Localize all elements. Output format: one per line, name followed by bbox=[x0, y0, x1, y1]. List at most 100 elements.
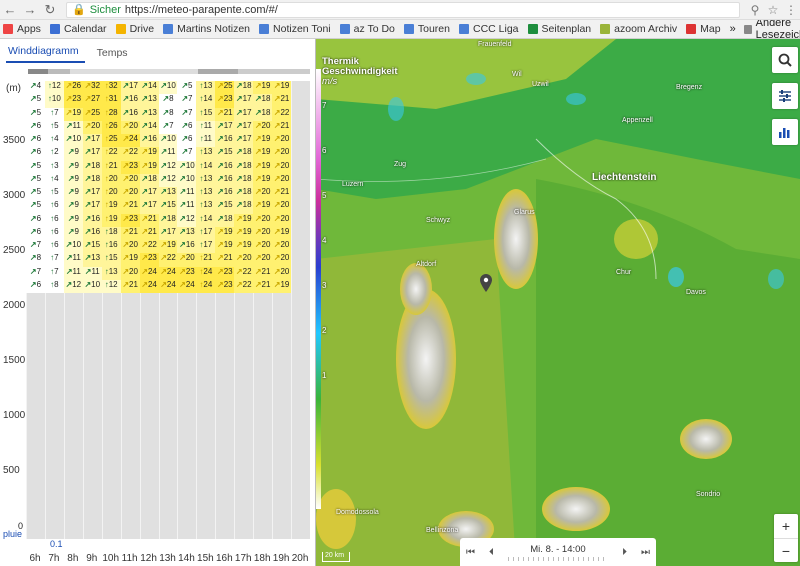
wind-arrow-icon: ↗ bbox=[179, 226, 186, 236]
wind-speed-value: 11 bbox=[203, 134, 212, 143]
wind-cell: ↗16 bbox=[82, 226, 102, 240]
wind-cell: ↗18 bbox=[82, 160, 102, 174]
wind-speed-value: 19 bbox=[147, 147, 157, 157]
reload-icon[interactable]: ↻ bbox=[40, 0, 60, 20]
wind-cell: ↗24 bbox=[139, 266, 159, 280]
wind-speed-value: 19 bbox=[223, 226, 233, 236]
wind-arrow-icon: ↗ bbox=[29, 226, 37, 236]
bookmark-6[interactable]: Touren bbox=[403, 23, 450, 35]
x-hour-label: 17h bbox=[234, 553, 252, 564]
wind-arrow-icon: ↗ bbox=[122, 253, 130, 263]
bookmark-icon bbox=[3, 24, 13, 34]
wind-speed-value: 9 bbox=[74, 173, 79, 183]
bookmark-4[interactable]: Notizen Toni bbox=[259, 23, 331, 35]
wind-cell: ↗18 bbox=[234, 160, 254, 174]
wind-arrow-icon: ↗ bbox=[216, 226, 224, 236]
wind-speed-value: 15 bbox=[91, 240, 101, 249]
time-slider[interactable]: Mi. 8. - 14:00 bbox=[508, 544, 608, 561]
wind-speed-value: 25 bbox=[91, 107, 101, 117]
wind-speed-value: 15 bbox=[203, 107, 213, 117]
wind-speed-value: 21 bbox=[203, 253, 213, 263]
y-axis: (m) 3500 3000 2500 2000 1500 1000 500 bbox=[0, 79, 26, 539]
wind-cell: ↗6 bbox=[26, 226, 45, 240]
forward-icon[interactable]: → bbox=[20, 0, 40, 20]
wind-speed-value: 13 bbox=[203, 187, 213, 196]
wind-cell: ↗10 bbox=[63, 134, 83, 148]
wind-speed-value: 18 bbox=[242, 200, 252, 210]
zoom-icon[interactable]: ⚲ bbox=[746, 1, 764, 19]
bookmark-icon bbox=[49, 24, 60, 34]
chevron-right-icon[interactable]: » bbox=[730, 23, 736, 35]
wind-speed-value: 10 bbox=[185, 160, 195, 170]
next-frame-icon[interactable]: ⏵ bbox=[622, 547, 627, 558]
prev-frame-icon[interactable]: ⏴ bbox=[489, 547, 494, 558]
wind-arrow-icon: ↗ bbox=[254, 81, 262, 90]
wind-cell: ↑4 bbox=[44, 173, 64, 187]
wind-speed-value: 31 bbox=[108, 94, 118, 104]
wind-arrow-icon: ↗ bbox=[29, 94, 37, 104]
color-scale-value: 6 bbox=[322, 146, 327, 155]
last-frame-icon[interactable]: ⏭ bbox=[641, 547, 650, 558]
wind-arrow-icon: ↗ bbox=[216, 253, 224, 263]
bookmark-9[interactable]: azoom Archiv bbox=[600, 23, 677, 35]
zoom-in-button[interactable]: + bbox=[774, 514, 798, 538]
wind-cell: ↗20 bbox=[272, 173, 292, 187]
wind-diagram-panel: Winddiagramm Temps (m) 3500 3000 2500 2000 15… bbox=[0, 39, 316, 566]
wind-speed-value: 19 bbox=[223, 240, 233, 249]
url-field[interactable]: 🔒 Sicher https://meteo-parapente.com/#/ bbox=[66, 1, 740, 18]
menu-icon[interactable]: ⋮ bbox=[782, 1, 800, 19]
settings-sliders-icon[interactable] bbox=[772, 83, 798, 109]
bookmark-label: az To Do bbox=[353, 23, 395, 35]
wind-speed-value: 6 bbox=[188, 134, 193, 143]
wind-speed-value: 20 bbox=[280, 160, 290, 170]
bookmark-0[interactable]: Apps bbox=[3, 23, 41, 35]
wind-cell: ↑11 bbox=[196, 120, 216, 134]
wind-cell: ↗12 bbox=[158, 160, 178, 174]
tab-temps[interactable]: Temps bbox=[95, 47, 134, 63]
wind-speed-value: 13 bbox=[147, 94, 157, 104]
wind-speed-value: 13 bbox=[91, 253, 101, 263]
wind-speed-value: 21 bbox=[261, 266, 271, 276]
wind-speed-value: 4 bbox=[36, 81, 42, 90]
bookmark-5[interactable]: az To Do bbox=[339, 23, 395, 35]
map-view[interactable]: Thermik Geschwindigkeit m/s 7 6 5 4 3 2 1 Liec… bbox=[316, 39, 800, 566]
wind-speed-value: 6 bbox=[36, 120, 42, 130]
wind-cell: ↗15 bbox=[215, 147, 235, 161]
wind-speed-value: 15 bbox=[166, 200, 176, 210]
wind-cell: ↗22 bbox=[272, 107, 292, 121]
bookmark-2[interactable]: Drive bbox=[115, 23, 154, 35]
wind-speed-value: 16 bbox=[129, 94, 138, 104]
search-icon[interactable] bbox=[772, 47, 798, 73]
wind-speed-value: 5 bbox=[36, 107, 42, 117]
other-bookmarks[interactable]: » Andere Lesezeichen bbox=[730, 20, 800, 38]
wind-arrow-icon: ↗ bbox=[141, 213, 148, 223]
bookmark-3[interactable]: Martins Notizen bbox=[163, 23, 250, 35]
chart-icon[interactable] bbox=[772, 119, 798, 145]
wind-cell: ↗22 bbox=[234, 266, 254, 280]
bookmark-1[interactable]: Calendar bbox=[49, 23, 107, 35]
wind-speed-value: 19 bbox=[166, 240, 176, 249]
first-frame-icon[interactable]: ⏮ bbox=[466, 547, 475, 558]
zoom-out-button[interactable]: − bbox=[774, 538, 798, 562]
tab-winddiagramm[interactable]: Winddiagramm bbox=[6, 45, 85, 63]
wind-speed-value: 14 bbox=[203, 94, 213, 104]
wind-speed-value: 26 bbox=[72, 81, 82, 90]
star-icon[interactable]: ☆ bbox=[764, 1, 782, 19]
wind-cell: ↗9 bbox=[63, 173, 83, 187]
wind-cell: ↗11 bbox=[63, 266, 83, 280]
wind-cell: ↗21 bbox=[215, 253, 235, 267]
wind-cell: ↑8 bbox=[44, 279, 64, 293]
wind-speed-value: 11 bbox=[167, 147, 176, 157]
wind-speed-value: 18 bbox=[261, 94, 271, 104]
bookmark-8[interactable]: Seitenplan bbox=[527, 23, 591, 35]
back-icon[interactable]: ← bbox=[0, 0, 20, 20]
wind-cell: ↗12 bbox=[158, 173, 178, 187]
wind-speed-value: 20 bbox=[91, 120, 101, 130]
bookmark-7[interactable]: CCC Liga bbox=[458, 23, 519, 35]
wind-cell: ↗22 bbox=[158, 253, 178, 267]
wind-cell: ↗5 bbox=[26, 187, 45, 201]
location-marker-icon[interactable] bbox=[480, 274, 492, 292]
wind-arrow-icon: ↗ bbox=[29, 147, 37, 157]
wind-cell: ↗24 bbox=[120, 134, 140, 148]
bookmark-10[interactable]: Map bbox=[686, 23, 721, 35]
